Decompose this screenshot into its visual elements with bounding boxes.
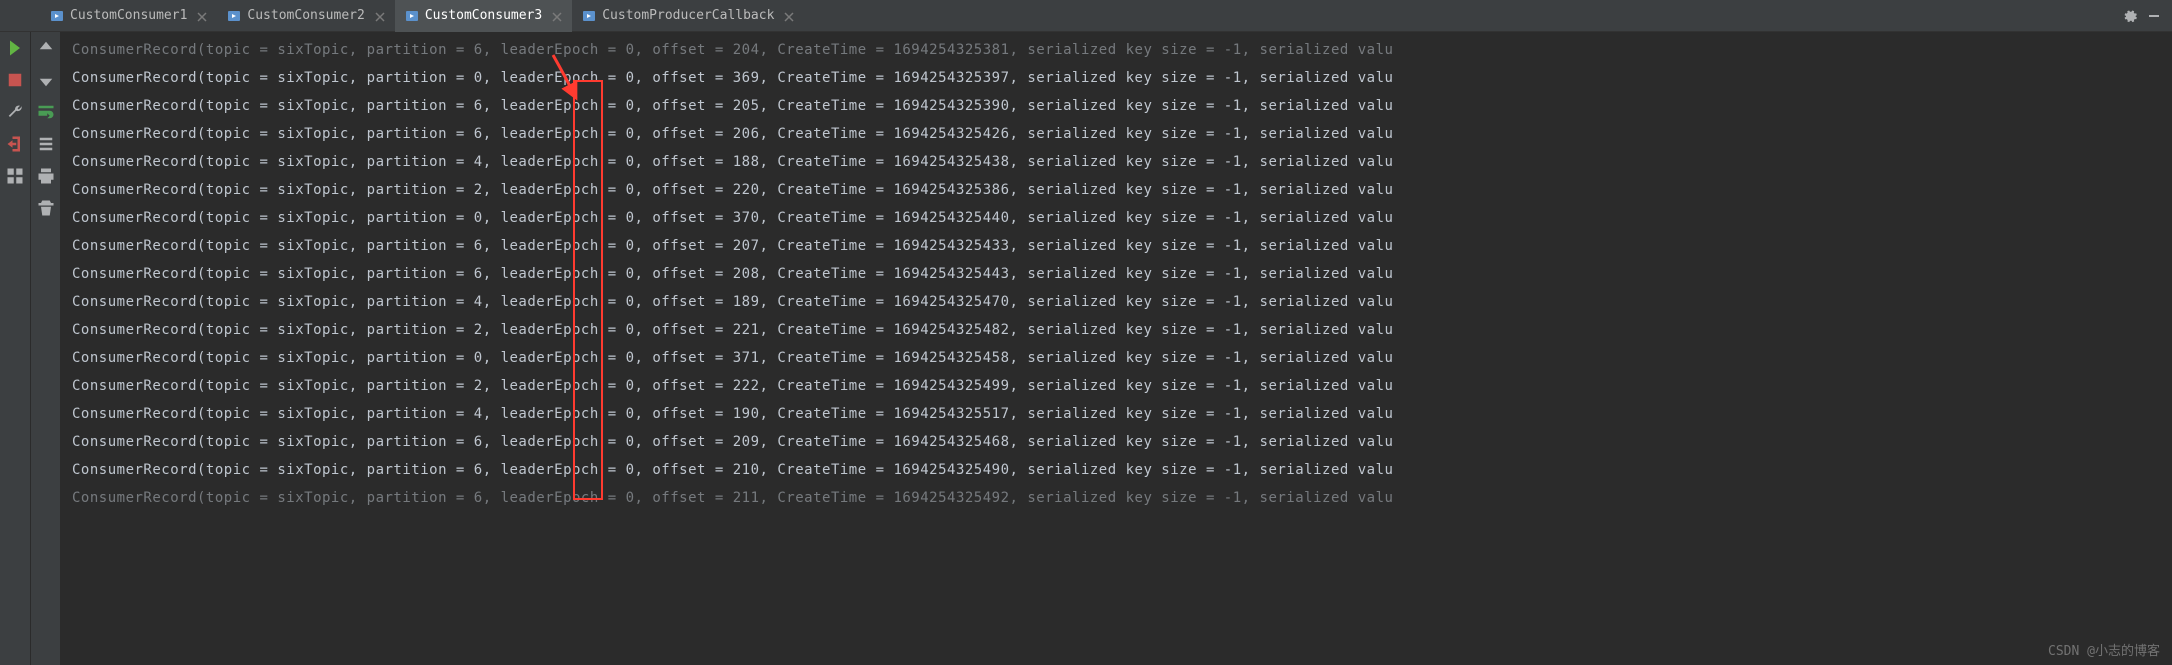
console-line: ConsumerRecord(topic = sixTopic, partiti…	[72, 232, 2160, 260]
trash-icon[interactable]	[36, 198, 56, 218]
tab-customconsumer3[interactable]: CustomConsumer3	[395, 0, 572, 32]
close-icon[interactable]	[552, 11, 562, 21]
gear-icon[interactable]	[2122, 8, 2138, 24]
console-line: ConsumerRecord(topic = sixTopic, partiti…	[72, 120, 2160, 148]
console-line: ConsumerRecord(topic = sixTopic, partiti…	[72, 92, 2160, 120]
console-line: ConsumerRecord(topic = sixTopic, partiti…	[72, 176, 2160, 204]
tab-customproducercallback[interactable]: CustomProducerCallback	[572, 0, 804, 32]
wrench-icon[interactable]	[5, 102, 25, 122]
scroll-to-end-icon[interactable]	[36, 134, 56, 154]
run-config-icon	[227, 9, 241, 23]
console-line: ConsumerRecord(topic = sixTopic, partiti…	[72, 148, 2160, 176]
close-icon[interactable]	[375, 11, 385, 21]
print-icon[interactable]	[36, 166, 56, 186]
layout-icon[interactable]	[5, 166, 25, 186]
header-right-controls	[2122, 8, 2172, 24]
run-toolbar-left	[0, 32, 30, 665]
console-line: ConsumerRecord(topic = sixTopic, partiti…	[72, 428, 2160, 456]
run-config-icon	[50, 9, 64, 23]
tab-bar: CustomConsumer1 CustomConsumer2 CustomCons…	[0, 0, 2172, 32]
down-icon[interactable]	[36, 70, 56, 90]
console-line: ConsumerRecord(topic = sixTopic, partiti…	[72, 204, 2160, 232]
exit-icon[interactable]	[5, 134, 25, 154]
tab-label: CustomProducerCallback	[602, 8, 774, 23]
console-line: ConsumerRecord(topic = sixTopic, partiti…	[72, 484, 2160, 512]
console-line: ConsumerRecord(topic = sixTopic, partiti…	[72, 64, 2160, 92]
tab-customconsumer2[interactable]: CustomConsumer2	[217, 0, 394, 32]
console-line: ConsumerRecord(topic = sixTopic, partiti…	[72, 372, 2160, 400]
console-line: ConsumerRecord(topic = sixTopic, partiti…	[72, 400, 2160, 428]
run-config-icon	[405, 9, 419, 23]
console-line: ConsumerRecord(topic = sixTopic, partiti…	[72, 316, 2160, 344]
console-toolbar	[30, 32, 60, 665]
watermark-text: CSDN @小志的博客	[2048, 640, 2160, 659]
tab-label: CustomConsumer1	[70, 8, 187, 23]
tab-label: CustomConsumer3	[425, 8, 542, 23]
tab-customconsumer1[interactable]: CustomConsumer1	[40, 0, 217, 32]
run-config-icon	[582, 9, 596, 23]
soft-wrap-icon[interactable]	[36, 102, 56, 122]
console-line: ConsumerRecord(topic = sixTopic, partiti…	[72, 456, 2160, 484]
console-output[interactable]: ConsumerRecord(topic = sixTopic, partiti…	[60, 32, 2172, 665]
console-line: ConsumerRecord(topic = sixTopic, partiti…	[72, 260, 2160, 288]
console-line: ConsumerRecord(topic = sixTopic, partiti…	[72, 344, 2160, 372]
tab-label: CustomConsumer2	[247, 8, 364, 23]
console-line: ConsumerRecord(topic = sixTopic, partiti…	[72, 288, 2160, 316]
console-line: ConsumerRecord(topic = sixTopic, partiti…	[72, 36, 2160, 64]
stop-icon[interactable]	[5, 70, 25, 90]
close-icon[interactable]	[197, 11, 207, 21]
up-icon[interactable]	[36, 38, 56, 58]
rerun-icon[interactable]	[5, 38, 25, 58]
close-icon[interactable]	[784, 11, 794, 21]
minimize-icon[interactable]	[2146, 8, 2162, 24]
